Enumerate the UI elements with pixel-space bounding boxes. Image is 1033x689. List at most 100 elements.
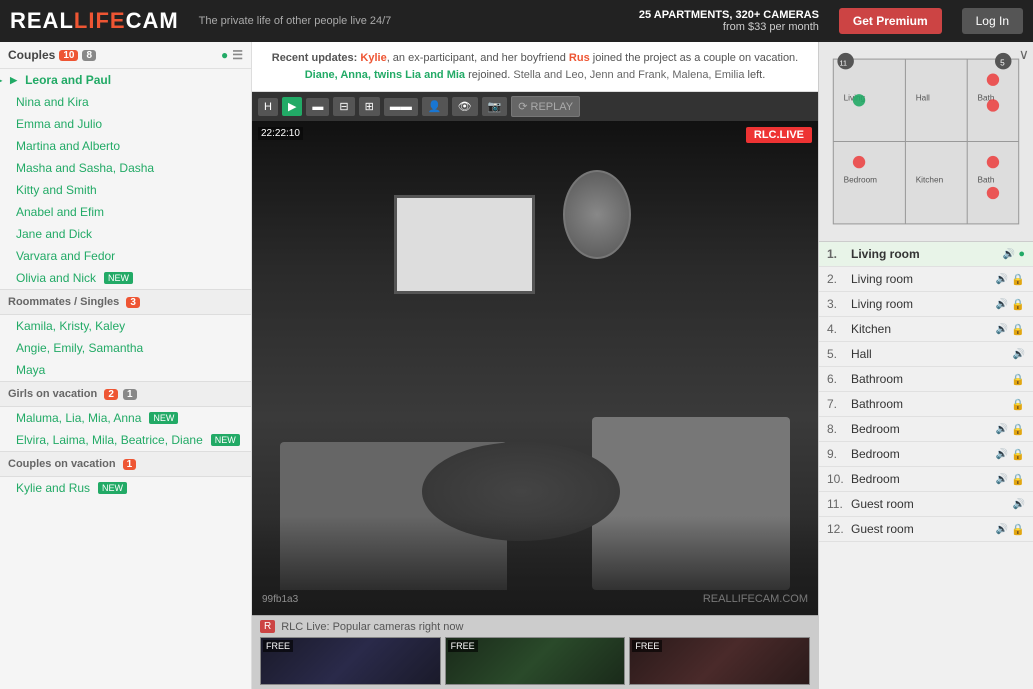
room-item-4[interactable]: 4. Kitchen 🔊 🔒 xyxy=(819,317,1033,342)
sidebar-item-jane-dick[interactable]: Jane and Dick xyxy=(0,223,251,245)
stats-line2: from $33 per month xyxy=(723,21,819,33)
sidebar-item-leora-paul[interactable]: ▶ Leora and Paul xyxy=(0,69,251,91)
cam-icon-button[interactable]: 📷 xyxy=(482,97,508,116)
sound-icon: 🔊 xyxy=(1013,349,1025,360)
logo-life: LIFE xyxy=(74,8,126,33)
eye-button[interactable]: 👁 xyxy=(452,97,478,116)
logo-cam: CAM xyxy=(126,8,179,33)
new-badge: NEW xyxy=(98,482,127,494)
sidebar-item-maya[interactable]: Maya xyxy=(0,359,251,381)
room-item-11[interactable]: 11. Guest room 🔊 xyxy=(819,492,1033,517)
thumbnail-1[interactable]: FREE xyxy=(260,637,441,685)
room-item-9[interactable]: 9. Bedroom 🔊 🔒 xyxy=(819,442,1033,467)
login-button[interactable]: Log In xyxy=(962,8,1023,34)
layout-3-button[interactable]: ⊞ xyxy=(359,97,380,116)
lock-icon: 🔒 xyxy=(1011,423,1025,436)
main-layout: Couples 10 8 ● ☰ ▶ Leora and Paul Nina a… xyxy=(0,42,1033,689)
logo-real: REAL xyxy=(10,8,74,33)
sidebar-item-varvara-fedor[interactable]: Varvara and Fedor xyxy=(0,245,251,267)
sidebar-item-kitty-smith[interactable]: Kitty and Smith xyxy=(0,179,251,201)
cam-watermark: REALLIFECAM.COM xyxy=(703,593,808,605)
free-badge-2: FREE xyxy=(448,640,478,652)
get-premium-button[interactable]: Get Premium xyxy=(839,8,942,34)
couple-name: Martina and Alberto xyxy=(16,139,120,153)
floor-plan-svg: Living Hall Bath Bedroom Kitchen Bath 5 xyxy=(823,46,1029,237)
room-item-2[interactable]: 2. Living room 🔊 🔒 xyxy=(819,267,1033,292)
green-dot-icon: ● xyxy=(1018,248,1025,260)
roommates-badge: 3 xyxy=(126,297,140,308)
sidebar-item-kamila[interactable]: Kamila, Kristy, Kaley xyxy=(0,315,251,337)
room-item-3[interactable]: 3. Living room 🔊 🔒 xyxy=(819,292,1033,317)
menu-icon[interactable]: ☰ xyxy=(232,48,243,62)
lock-icon: 🔒 xyxy=(1011,398,1025,411)
sidebar-item-masha-sasha[interactable]: Masha and Sasha, Dasha xyxy=(0,157,251,179)
header: REALLIFECAM The private life of other pe… xyxy=(0,0,1033,42)
couple-name: Emma and Julio xyxy=(16,117,102,131)
room-item-1[interactable]: 1. Living room 🔊 ● xyxy=(819,242,1033,267)
svg-text:11: 11 xyxy=(839,58,846,67)
sidebar-item-elvira[interactable]: Elvira, Laima, Mila, Beatrice, Diane NEW xyxy=(0,429,251,451)
sidebar: Couples 10 8 ● ☰ ▶ Leora and Paul Nina a… xyxy=(0,42,252,689)
room-item-5[interactable]: 5. Hall 🔊 xyxy=(819,342,1033,367)
sound-icon: 🔊 xyxy=(996,324,1008,335)
room-item-8[interactable]: 8. Bedroom 🔊 🔒 xyxy=(819,417,1033,442)
room-item-6[interactable]: 6. Bathroom 🔒 xyxy=(819,367,1033,392)
sound-icon: 🔊 xyxy=(996,424,1008,435)
sidebar-item-angie[interactable]: Angie, Emily, Samantha xyxy=(0,337,251,359)
svg-text:5: 5 xyxy=(1000,58,1005,67)
cam-id: 99fb1a3 xyxy=(262,594,298,605)
sound-icon: 🔊 xyxy=(1003,249,1015,260)
thumbnail-row: FREE FREE FREE xyxy=(260,637,810,685)
replay-button[interactable]: ⟳ REPLAY xyxy=(511,96,580,117)
layout-2-button[interactable]: ⊟ xyxy=(333,97,354,116)
tagline: The private life of other people live 24… xyxy=(199,15,619,27)
sidebar-item-olivia-nick[interactable]: Olivia and Nick NEW xyxy=(0,267,251,289)
thumbnail-3[interactable]: FREE xyxy=(629,637,810,685)
sidebar-item-emma-julio[interactable]: Emma and Julio xyxy=(0,113,251,135)
room-item-12[interactable]: 12. Guest room 🔊 🔒 xyxy=(819,517,1033,542)
room-item-7[interactable]: 7. Bathroom 🔒 xyxy=(819,392,1033,417)
couple-name: Anabel and Efim xyxy=(16,205,104,219)
couple-name: Kitty and Smith xyxy=(16,183,97,197)
stats-line1: 25 APARTMENTS, 320+ CAMERAS xyxy=(639,9,819,21)
online-icon[interactable]: ● xyxy=(221,48,228,62)
couple-name: Masha and Sasha, Dasha xyxy=(16,161,154,175)
couples-badge-green: 10 xyxy=(59,50,78,61)
sound-icon: 🔊 xyxy=(996,474,1008,485)
sound-icon: 🔊 xyxy=(996,274,1008,285)
site-logo: REALLIFECAM xyxy=(10,8,179,34)
hd-button[interactable]: H xyxy=(258,98,278,116)
collapse-button[interactable]: ∨ xyxy=(1019,46,1029,63)
couples-badge-gray: 8 xyxy=(82,50,96,61)
camera-controls: H ▶ ▬ ⊟ ⊞ ▬▬ 👤 👁 📷 ⟳ REPLAY xyxy=(252,92,818,121)
bottom-strip: R RLC Live: Popular cameras right now FR… xyxy=(252,615,818,689)
girls-vacation-header: Girls on vacation 2 1 xyxy=(0,381,251,407)
layout-4-button[interactable]: ▬▬ xyxy=(384,98,418,116)
popular-text: RLC Live: Popular cameras right now xyxy=(281,621,463,633)
sound-icon: 🔊 xyxy=(996,449,1008,460)
couple-name: Olivia and Nick xyxy=(16,271,96,285)
new-badge: NEW xyxy=(211,434,240,446)
sidebar-item-kylie-rus[interactable]: Kylie and Rus NEW xyxy=(0,477,251,499)
camera-feed: 22:22:10 RLC.LIVE REALLIFECAM.COM 99fb1a… xyxy=(252,121,818,615)
record-button[interactable]: ▶ xyxy=(282,97,302,116)
lock-icon: 🔒 xyxy=(1011,523,1025,536)
couples-label: Couples xyxy=(8,48,55,62)
new-badge: NEW xyxy=(149,412,178,424)
popular-label: R RLC Live: Popular cameras right now xyxy=(260,620,810,633)
sidebar-item-maluma[interactable]: Maluma, Lia, Mia, Anna NEW xyxy=(0,407,251,429)
room-item-10[interactable]: 10. Bedroom 🔊 🔒 xyxy=(819,467,1033,492)
sidebar-item-martina-alberto[interactable]: Martina and Alberto xyxy=(0,135,251,157)
person-button[interactable]: 👤 xyxy=(422,97,448,116)
sidebar-item-anabel-efim[interactable]: Anabel and Efim xyxy=(0,201,251,223)
sound-icon: 🔊 xyxy=(996,299,1008,310)
right-panel: ∨ Living Hall Bath Bedroom Kitchen Bath xyxy=(818,42,1033,689)
news-bar: Recent updates: Kylie, an ex-participant… xyxy=(252,42,818,92)
sidebar-item-nina-kira[interactable]: Nina and Kira xyxy=(0,91,251,113)
lock-icon: 🔒 xyxy=(1011,323,1025,336)
lock-icon: 🔒 xyxy=(1011,298,1025,311)
free-badge-1: FREE xyxy=(263,640,293,652)
layout-1-button[interactable]: ▬ xyxy=(306,98,329,116)
couples-vacation-badge: 1 xyxy=(123,459,137,470)
thumbnail-2[interactable]: FREE xyxy=(445,637,626,685)
